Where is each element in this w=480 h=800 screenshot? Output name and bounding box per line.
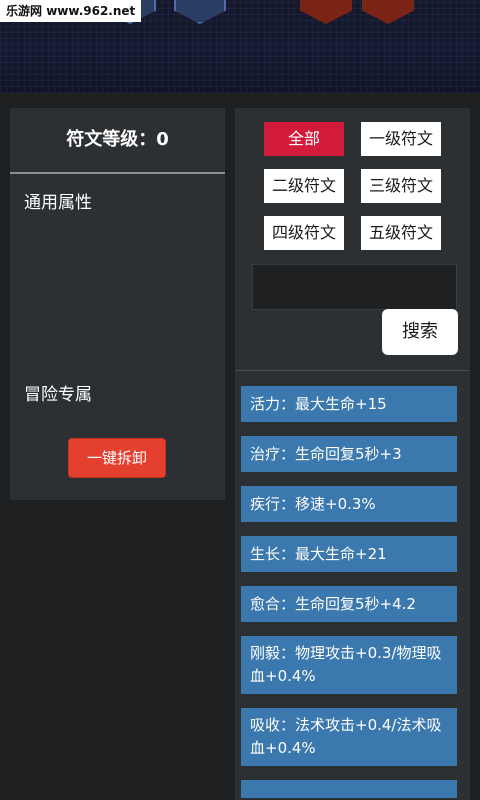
rune-list-item[interactable]: 活力：最大生命+15 bbox=[241, 386, 457, 422]
rune-list: 活力：最大生命+15 治疗：生命回复5秒+3 疾行：移速+0.3% 生长：最大生… bbox=[241, 386, 457, 798]
filter-level2-button[interactable]: 二级符文 bbox=[264, 169, 344, 203]
common-attributes-heading: 通用属性 bbox=[24, 193, 92, 213]
disassemble-all-button[interactable]: 一键拆卸 bbox=[68, 438, 166, 478]
filter-level5-button[interactable]: 五级符文 bbox=[361, 216, 441, 250]
filter-level3-button[interactable]: 三级符文 bbox=[361, 169, 441, 203]
watermark-site: 乐游网 bbox=[6, 4, 43, 18]
watermark-domain: www.962.net bbox=[46, 4, 136, 18]
rune-list-item[interactable]: 生长：最大生命+21 bbox=[241, 536, 457, 572]
filter-all-button[interactable]: 全部 bbox=[264, 122, 344, 156]
divider bbox=[10, 172, 225, 174]
rune-summary-panel: 符文等级：0 通用属性 冒险专属 一键拆卸 bbox=[10, 108, 225, 500]
rune-browser-panel: 全部 一级符文 二级符文 三级符文 四级符文 五级符文 搜索 活力：最大生命+1… bbox=[235, 108, 470, 800]
search-button[interactable]: 搜索 bbox=[382, 309, 458, 355]
site-watermark: 乐游网 www.962.net bbox=[0, 0, 142, 22]
game-banner: 乐游网 www.962.net bbox=[0, 0, 480, 93]
rune-list-item[interactable]: 刚毅：物理攻击+0.3/物理吸血+0.4% bbox=[241, 636, 457, 694]
rune-list-item[interactable]: 治疗：生命回复5秒+3 bbox=[241, 436, 457, 472]
search-input[interactable] bbox=[252, 264, 457, 310]
filter-level4-button[interactable]: 四级符文 bbox=[264, 216, 344, 250]
adventure-attributes-heading: 冒险专属 bbox=[24, 385, 92, 405]
rune-list-item[interactable]: 愈合：生命回复5秒+4.2 bbox=[241, 586, 457, 622]
filter-level1-button[interactable]: 一级符文 bbox=[361, 122, 441, 156]
divider bbox=[235, 370, 470, 371]
rune-list-item[interactable] bbox=[241, 780, 457, 798]
rune-list-item[interactable]: 疾行：移速+0.3% bbox=[241, 486, 457, 522]
rune-level-title: 符文等级：0 bbox=[66, 129, 169, 150]
rune-list-item[interactable]: 吸收：法术攻击+0.4/法术吸血+0.4% bbox=[241, 708, 457, 766]
